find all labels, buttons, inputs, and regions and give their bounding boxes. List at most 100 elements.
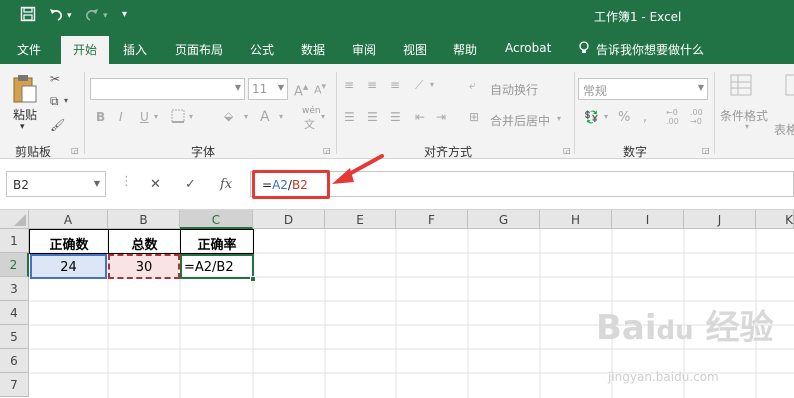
align-right-icon[interactable]: ☰ xyxy=(390,110,401,124)
cell-c2[interactable]: =A2/B2 xyxy=(180,254,254,279)
cell-b1[interactable]: 总数 xyxy=(108,229,181,254)
column-header-i[interactable]: I xyxy=(612,210,684,229)
font-color-dropdown-icon[interactable]: ▾ xyxy=(279,112,283,121)
merge-center-button[interactable]: 合并后居中 xyxy=(490,112,550,129)
decrease-decimal-icon[interactable]: .00 →0 xyxy=(690,108,703,126)
align-center-icon[interactable]: ☰ xyxy=(367,110,378,124)
alignment-launcher-icon[interactable]: ◲ xyxy=(563,146,571,155)
column-header-f[interactable]: F xyxy=(396,210,468,229)
number-launcher-icon[interactable]: ◲ xyxy=(702,146,710,155)
fill-handle[interactable] xyxy=(250,276,256,282)
wrap-text-icon[interactable]: ⤶ xyxy=(469,78,476,93)
save-icon[interactable] xyxy=(20,6,36,26)
enter-icon[interactable]: ✓ xyxy=(185,177,196,192)
tab-review[interactable]: 审阅 xyxy=(352,41,376,58)
undo-icon[interactable] xyxy=(48,6,64,26)
cancel-icon[interactable]: ✕ xyxy=(150,177,161,192)
column-header-c[interactable]: C xyxy=(180,210,253,229)
underline-dropdown-icon[interactable]: ▾ xyxy=(154,112,158,121)
tab-view[interactable]: 视图 xyxy=(403,41,427,58)
orientation-icon[interactable]: ⟋ xyxy=(415,78,423,93)
tab-page-layout[interactable]: 页面布局 xyxy=(175,41,223,58)
paste-dropdown-icon[interactable]: ▾ xyxy=(20,122,25,132)
italic-icon[interactable]: I xyxy=(119,110,123,124)
row-header-3[interactable]: 3 xyxy=(0,277,29,301)
row-header-2[interactable]: 2 xyxy=(0,253,29,277)
align-left-icon[interactable]: ☰ xyxy=(344,110,355,124)
comma-style-icon[interactable]: , xyxy=(643,110,647,125)
align-middle-icon[interactable]: ≡ xyxy=(367,78,377,92)
redo-icon[interactable] xyxy=(84,6,100,26)
row-header-5[interactable]: 5 xyxy=(0,325,29,349)
tab-file[interactable]: 文件 xyxy=(17,41,41,58)
clipboard-launcher-icon[interactable]: ◲ xyxy=(71,146,79,155)
insert-function-icon[interactable]: fx xyxy=(220,177,232,192)
increase-indent-icon[interactable]: ⇥ xyxy=(436,110,446,124)
row-header-4[interactable]: 4 xyxy=(0,301,29,325)
name-box[interactable]: B2 ▼ xyxy=(6,171,106,197)
tab-formulas[interactable]: 公式 xyxy=(250,41,274,58)
merge-dropdown-icon[interactable]: ▾ xyxy=(557,114,561,123)
align-top-icon[interactable]: ≡ xyxy=(344,78,354,92)
decrease-font-icon[interactable]: A▾ xyxy=(314,81,326,97)
tab-insert[interactable]: 插入 xyxy=(123,41,147,58)
column-header-b[interactable]: B xyxy=(108,210,180,229)
column-header-e[interactable]: E xyxy=(325,210,396,229)
format-table-icon[interactable] xyxy=(785,74,794,101)
column-header-h[interactable]: H xyxy=(540,210,612,229)
percent-icon[interactable]: % xyxy=(618,110,630,125)
borders-dropdown-icon[interactable]: ▾ xyxy=(189,112,193,121)
tab-data[interactable]: 数据 xyxy=(301,41,325,58)
row-header-7[interactable]: 7 xyxy=(0,373,29,397)
pinyin-icon[interactable]: wén xyxy=(302,106,321,116)
pinyin-dropdown-icon[interactable]: ▾ xyxy=(321,112,325,121)
font-color-icon[interactable]: A xyxy=(260,109,270,125)
orientation-dropdown-icon[interactable]: ▾ xyxy=(430,80,434,89)
tab-help[interactable]: 帮助 xyxy=(453,41,477,58)
format-painter-icon[interactable]: 🖌 xyxy=(50,118,65,132)
tab-acrobat[interactable]: Acrobat xyxy=(505,41,551,55)
copy-icon[interactable]: ⧉ xyxy=(50,94,59,109)
wrap-text-button[interactable]: 自动换行 xyxy=(490,81,538,98)
align-bottom-icon[interactable]: ≡ xyxy=(390,78,400,92)
fill-color-icon[interactable]: ⬙ xyxy=(224,109,233,123)
cut-icon[interactable]: ✂ xyxy=(50,72,60,86)
column-header-g[interactable]: G xyxy=(468,210,540,229)
tab-home[interactable]: 开始 xyxy=(61,36,110,64)
cell-a2[interactable]: 24 xyxy=(30,254,107,279)
cell-b2[interactable]: 30 xyxy=(108,254,180,279)
cell-a1[interactable]: 正确数 xyxy=(29,229,109,254)
format-table-button[interactable]: 表格 xyxy=(774,121,794,138)
number-format-combo[interactable]: 常规 ▼ xyxy=(578,78,708,100)
tell-me-search[interactable]: 告诉我你想要做什么 xyxy=(596,41,704,58)
paste-icon[interactable] xyxy=(12,74,38,107)
copy-dropdown-icon[interactable]: ▾ xyxy=(64,96,68,105)
drag-handle-icon[interactable]: ⋮ xyxy=(120,174,133,189)
accounting-icon[interactable]: 💱 xyxy=(584,110,599,124)
column-header-k[interactable]: K xyxy=(756,210,794,229)
column-header-d[interactable]: D xyxy=(253,210,325,229)
accounting-dropdown-icon[interactable]: ▾ xyxy=(604,112,608,121)
conditional-format-icon[interactable] xyxy=(730,74,754,101)
font-size-combo[interactable]: 11 ▼ xyxy=(248,78,288,100)
undo-dropdown-icon[interactable]: ▾ xyxy=(67,11,72,21)
column-header-a[interactable]: A xyxy=(29,210,108,229)
font-name-combo[interactable]: ▼ xyxy=(90,78,245,100)
row-header-6[interactable]: 6 xyxy=(0,349,29,373)
column-header-j[interactable]: J xyxy=(684,210,756,229)
increase-decimal-icon[interactable]: ←0.00 xyxy=(666,108,679,126)
underline-icon[interactable]: U xyxy=(140,110,149,124)
conditional-format-dropdown-icon[interactable]: ▾ xyxy=(745,122,749,131)
merge-center-icon[interactable]: ⊞ xyxy=(469,110,479,124)
increase-font-icon[interactable]: A▴ xyxy=(294,80,308,99)
paste-button-label[interactable]: 粘贴 xyxy=(13,106,37,123)
select-all-corner[interactable] xyxy=(0,210,29,229)
decrease-indent-icon[interactable]: ⇤ xyxy=(415,110,425,124)
conditional-format-button[interactable]: 条件格式 xyxy=(720,107,768,124)
bold-icon[interactable]: B xyxy=(96,110,105,124)
cell-c1[interactable]: 正确率 xyxy=(180,229,254,254)
row-header-1[interactable]: 1 xyxy=(0,229,29,253)
redo-dropdown-icon[interactable]: ▾ xyxy=(103,11,108,21)
customize-icon[interactable]: ▾ xyxy=(122,9,127,20)
fill-color-dropdown-icon[interactable]: ▾ xyxy=(244,112,248,121)
